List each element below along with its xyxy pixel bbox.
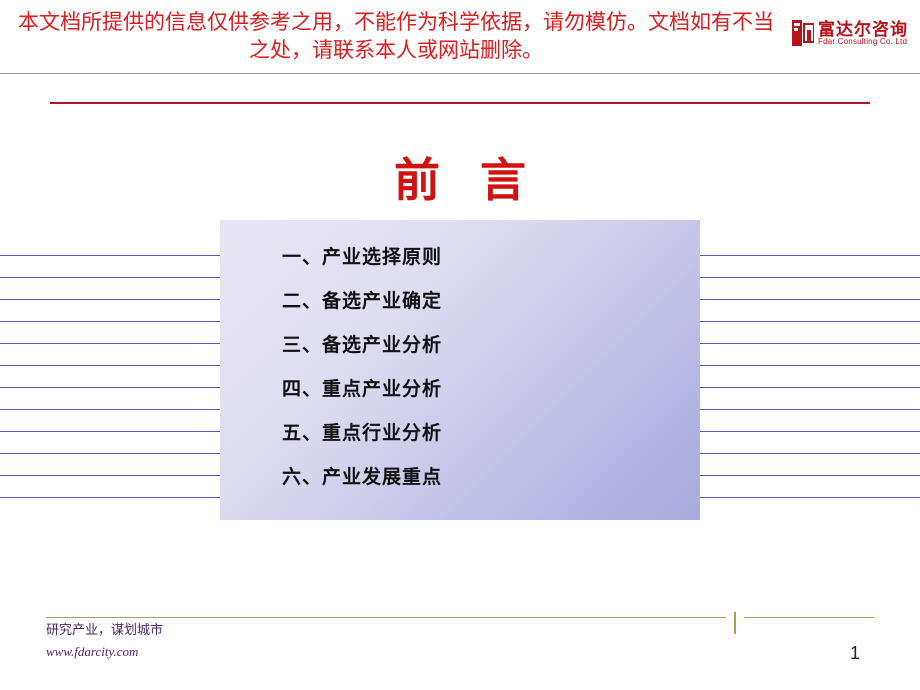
footer: 研究产业，谋划城市 www.fdarcity.com (46, 619, 874, 660)
toc-item: 三、备选产业分析 (282, 336, 700, 355)
disclaimer-text: 本文档所提供的信息仅供参考之用，不能作为科学依据，请勿模仿。文档如有不当之处，请… (12, 8, 780, 65)
toc-item: 五、重点行业分析 (282, 424, 700, 443)
brand-text: 富达尔咨询 Fdar Consulting Co. Ltd (818, 21, 908, 46)
content-panel: 一、产业选择原则 二、备选产业确定 三、备选产业分析 四、重点产业分析 五、重点… (220, 220, 700, 520)
footer-tagline: 研究产业，谋划城市 (46, 619, 874, 638)
toc-item: 六、产业发展重点 (282, 468, 700, 487)
title-wrap: 前言 (0, 144, 920, 210)
toc-item: 四、重点产业分析 (282, 380, 700, 399)
page-title: 前言 (354, 144, 566, 210)
brand-logo: 富达尔咨询 Fdar Consulting Co. Ltd (792, 20, 908, 46)
brand-name-cn: 富达尔咨询 (818, 21, 908, 38)
brand-name-en: Fdar Consulting Co. Ltd (818, 38, 908, 46)
toc-item: 二、备选产业确定 (282, 292, 700, 311)
toc-item: 一、产业选择原则 (282, 248, 700, 267)
footer-url: www.fdarcity.com (46, 644, 874, 660)
brand-mark-icon (792, 20, 814, 46)
horizontal-rule (50, 102, 870, 104)
page-number: 1 (850, 643, 860, 664)
disclaimer-bar: 本文档所提供的信息仅供参考之用，不能作为科学依据，请勿模仿。文档如有不当之处，请… (0, 0, 920, 74)
